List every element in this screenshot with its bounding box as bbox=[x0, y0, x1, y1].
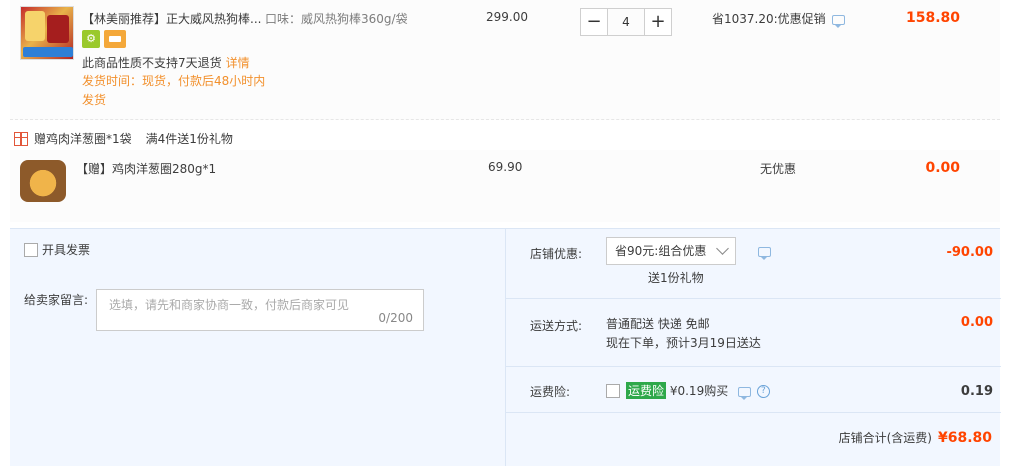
shipping-eta: 现在下单，预计3月19日送达 bbox=[606, 336, 761, 350]
gift-price: 69.90 bbox=[488, 160, 523, 174]
invoice-label: 开具发票 bbox=[42, 243, 91, 257]
shop-total: 店铺合计(含运费) ¥68.80 bbox=[839, 429, 992, 446]
shipping-method: 普通配送 快递 免邮 bbox=[606, 317, 710, 331]
gift-icon bbox=[14, 131, 28, 146]
gift-discount: 无优惠 bbox=[760, 162, 797, 176]
ship-time: 发货时间：现货，付款后48小时内发货 bbox=[82, 74, 266, 107]
message-textarea[interactable]: 选填，请先和商家协商一致，付款后商家可见 0/200 bbox=[96, 289, 424, 331]
shipping-value: 0.00 bbox=[960, 315, 993, 330]
gift-row: 【赠】鸡肉洋葱圈280g*1 69.90 无优惠 0.00 bbox=[10, 150, 1000, 222]
chevron-down-icon bbox=[716, 242, 729, 255]
quantity-input[interactable]: 4 bbox=[608, 8, 644, 36]
return-notice: 此商品性质不支持7天退货 详情 bbox=[82, 56, 250, 70]
chat-icon[interactable] bbox=[738, 386, 752, 400]
message-count: 0/200 bbox=[378, 311, 413, 325]
quantity-stepper: − 4 + bbox=[580, 8, 672, 36]
product-row: 【林美丽推荐】正大威风热狗棒... 口味：威风热狗棒360g/袋 ⚙ 此商品性质… bbox=[10, 0, 1000, 120]
gift-header-label: 赠鸡肉洋葱圈*1袋 bbox=[34, 132, 132, 146]
insurance-checkbox[interactable] bbox=[606, 384, 620, 398]
promo-saving: 省1037.20:优惠促销 bbox=[712, 10, 845, 28]
gift-title[interactable]: 【赠】鸡肉洋葱圈280g*1 bbox=[76, 160, 216, 177]
shop-discount-section: 店铺优惠: 省90元:组合优惠 送1份礼物 -90.00 bbox=[506, 229, 1001, 299]
order-panel: 开具发票 给卖家留言: 选填，请先和商家协商一致，付款后商家可见 0/200 店… bbox=[10, 228, 1001, 466]
service-icon[interactable]: ⚙ bbox=[82, 30, 100, 48]
product-title[interactable]: 【林美丽推荐】正大威风热狗棒... bbox=[82, 10, 261, 27]
insurance-option: 运费险 ¥0.19购买 ? bbox=[626, 382, 770, 400]
product-attribute: 口味：威风热狗棒360g/袋 bbox=[265, 12, 408, 26]
message-label: 给卖家留言: bbox=[24, 293, 89, 307]
details-link[interactable]: 详情 bbox=[226, 56, 250, 70]
shop-total-label: 店铺合计(含运费) bbox=[838, 431, 932, 445]
message-placeholder: 选填，请先和商家协商一致，付款后商家可见 bbox=[109, 298, 350, 312]
shop-discount-value: -90.00 bbox=[946, 245, 993, 260]
shipping-label: 运送方式: bbox=[530, 319, 583, 333]
invoice-option[interactable]: 开具发票 bbox=[24, 241, 90, 258]
gift-condition: 满4件送1份礼物 bbox=[145, 132, 233, 146]
chat-icon[interactable] bbox=[758, 247, 771, 260]
insurance-value: 0.19 bbox=[960, 384, 993, 399]
shop-discount-gift: 送1份礼物 bbox=[648, 271, 704, 285]
order-page: 【林美丽推荐】正大威风热狗棒... 口味：威风热狗棒360g/袋 ⚙ 此商品性质… bbox=[0, 0, 1034, 466]
help-icon[interactable]: ? bbox=[756, 385, 770, 398]
gift-total: 0.00 bbox=[925, 160, 960, 176]
insurance-price: ¥0.19购买 bbox=[669, 384, 729, 398]
insurance-section: 运费险: 运费险 ¥0.19购买 ? 0.19 bbox=[506, 367, 1001, 413]
credit-card-icon[interactable] bbox=[104, 30, 126, 48]
gift-thumbnail[interactable] bbox=[20, 160, 66, 202]
chat-icon[interactable] bbox=[831, 14, 845, 28]
insurance-tag: 运费险 bbox=[626, 382, 667, 399]
gift-header: 赠鸡肉洋葱圈*1袋 满4件送1份礼物 bbox=[14, 130, 233, 147]
shop-discount-select[interactable]: 省90元:组合优惠 bbox=[606, 237, 736, 265]
quantity-minus-button[interactable]: − bbox=[580, 8, 608, 36]
shop-total-value: ¥68.80 bbox=[937, 430, 992, 446]
quantity-plus-button[interactable]: + bbox=[644, 8, 672, 36]
product-subtotal: 158.80 bbox=[905, 10, 960, 26]
unit-price: 299.00 bbox=[486, 10, 528, 24]
insurance-label: 运费险: bbox=[530, 385, 571, 399]
shop-discount-label: 店铺优惠: bbox=[530, 247, 583, 261]
product-thumbnail[interactable] bbox=[20, 6, 74, 60]
shipping-section: 运送方式: 普通配送 快递 免邮 现在下单，预计3月19日送达 0.00 bbox=[506, 299, 1001, 367]
invoice-checkbox[interactable] bbox=[24, 242, 38, 257]
